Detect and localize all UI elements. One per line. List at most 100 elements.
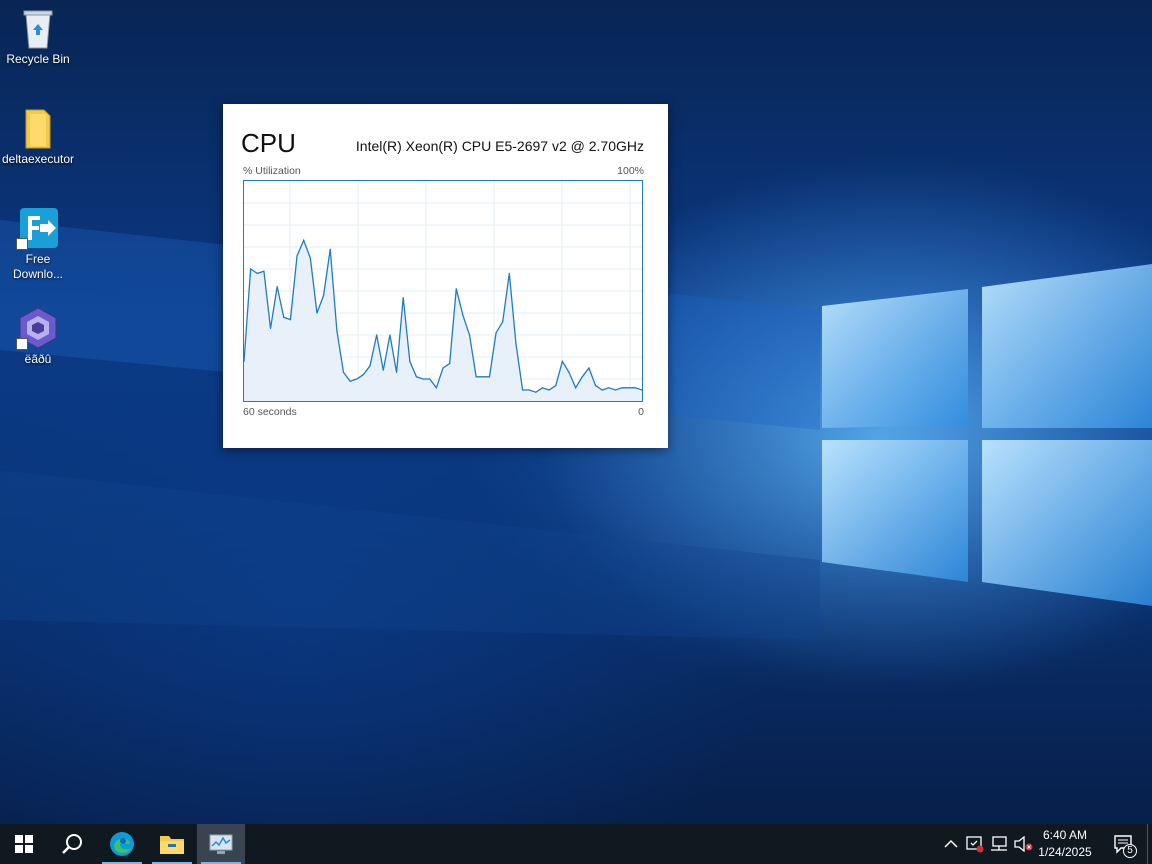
cpu-data-point (548, 389, 550, 391)
folder-icon (16, 106, 60, 150)
notification-center-button[interactable]: 5 (1104, 824, 1144, 864)
folder-icon (160, 836, 184, 854)
cpu-data-point (495, 332, 497, 334)
cpu-data-point (389, 334, 391, 336)
cpu-data-point (502, 321, 504, 323)
cpu-data-point (382, 369, 384, 371)
cpu-data-point (462, 314, 464, 316)
cpu-data-point (522, 389, 524, 391)
cpu-data-point (289, 319, 292, 321)
x-axis-start-label: 60 seconds (243, 406, 297, 418)
cpu-data-point (296, 255, 298, 257)
cpu-data-point (303, 239, 305, 241)
cpu-data-point (402, 297, 404, 299)
taskbar-file-explorer-button[interactable] (148, 824, 196, 864)
cpu-data-point (594, 385, 597, 387)
taskbar-edge-button[interactable] (98, 824, 146, 864)
cpu-data-point (535, 391, 537, 393)
desktop-icon-deltaexecutor[interactable]: deltaexecutor (0, 106, 76, 167)
gamecube-icon (16, 306, 60, 350)
cpu-data-point (515, 343, 517, 345)
cpu-data-point (263, 270, 265, 272)
cpu-data-point (475, 376, 477, 378)
search-button[interactable] (48, 824, 96, 864)
y-axis-max-label: 100% (617, 165, 644, 177)
cpu-data-point (422, 378, 424, 380)
cpu-data-point (323, 294, 325, 296)
cpu-data-point (455, 288, 457, 290)
cpu-data-point (488, 376, 491, 378)
cpu-data-point (634, 387, 636, 389)
desktop-icon-label: Recycle Bin (6, 52, 70, 66)
cpu-data-point (442, 367, 444, 369)
cpu-data-point (575, 387, 577, 389)
cpu-data-point (395, 371, 398, 373)
cpu-data-point (508, 272, 510, 274)
cpu-data-point (362, 374, 364, 376)
cpu-data-point (336, 330, 338, 332)
cpu-data-point (621, 387, 623, 389)
cpu-data-point (601, 389, 603, 391)
show-hidden-icons-button[interactable] (940, 824, 962, 864)
desktop-icon-label: deltaexecutor (1, 152, 75, 166)
cpu-data-point (342, 371, 345, 373)
cpu-data-point (283, 316, 285, 318)
desktop-icon-label: ëãðû (24, 352, 52, 366)
cpu-data-point (561, 360, 563, 362)
cpu-data-point (468, 334, 471, 336)
cpu-data-point (628, 387, 630, 389)
notification-count-badge: 5 (1123, 844, 1137, 858)
cpu-data-point (528, 389, 530, 391)
cpu-data-point (376, 334, 378, 336)
cpu-performance-widget[interactable]: CPU Intel(R) Xeon(R) CPU E5-2697 v2 @ 2.… (223, 104, 668, 448)
y-axis-label: % Utilization (243, 165, 301, 177)
cpu-title: CPU (241, 128, 296, 158)
cpu-data-point (435, 387, 437, 389)
cpu-data-point (568, 371, 570, 373)
start-button[interactable] (0, 824, 48, 864)
cpu-data-point (309, 257, 311, 259)
taskbar: 6:40 AM 1/24/2025 5 (0, 824, 1152, 864)
desktop-icon-label: Free Downlo... (12, 252, 64, 281)
clock-date: 1/24/2025 (1038, 845, 1092, 859)
cpu-data-point (429, 378, 431, 380)
cpu-graph-svg (243, 181, 643, 401)
x-axis-end-label: 0 (638, 406, 644, 418)
cpu-data-point (250, 268, 252, 270)
cpu-data-point (369, 365, 371, 367)
cpu-data-point (555, 385, 557, 387)
free-download-manager-icon (16, 206, 60, 250)
recycle-bin-icon (16, 6, 60, 50)
cpu-data-point (614, 389, 617, 391)
shortcut-arrow-icon (16, 238, 28, 250)
show-desktop-button[interactable] (1147, 824, 1152, 864)
cpu-data-point (588, 367, 590, 369)
cpu-data-point (356, 378, 358, 380)
chevron-up-icon (944, 839, 958, 848)
cpu-data-point (581, 376, 583, 378)
network-icon (991, 836, 1007, 851)
task-manager-icon (209, 834, 233, 854)
shortcut-arrow-icon (16, 338, 28, 350)
windows-logo-icon (15, 835, 33, 853)
desktop-icon-gamecube[interactable]: ëãðû (0, 306, 76, 367)
cpu-data-point (415, 376, 418, 378)
cpu-data-point (329, 248, 331, 250)
taskbar-task-manager-button[interactable] (197, 824, 245, 864)
cpu-data-point (608, 387, 610, 389)
tray-security-button[interactable] (964, 824, 986, 864)
cpu-data-point (256, 272, 258, 274)
cpu-data-point (541, 387, 544, 389)
cpu-utilization-graph (243, 180, 643, 402)
tray-network-button[interactable] (988, 824, 1010, 864)
search-icon (62, 834, 82, 854)
desktop-icon-recycle-bin[interactable]: Recycle Bin (0, 6, 76, 67)
cpu-data-point (482, 376, 484, 378)
cpu-data-point (269, 327, 272, 329)
desktop-icon-free-download-manager[interactable]: Free Downlo... (0, 206, 76, 282)
clock[interactable]: 6:40 AM 1/24/2025 (1030, 827, 1100, 861)
cpu-model-name: Intel(R) Xeon(R) CPU E5-2697 v2 @ 2.70GH… (355, 138, 644, 154)
cpu-data-point (316, 312, 318, 314)
clock-time: 6:40 AM (1042, 828, 1088, 842)
security-alert-icon (966, 836, 984, 853)
